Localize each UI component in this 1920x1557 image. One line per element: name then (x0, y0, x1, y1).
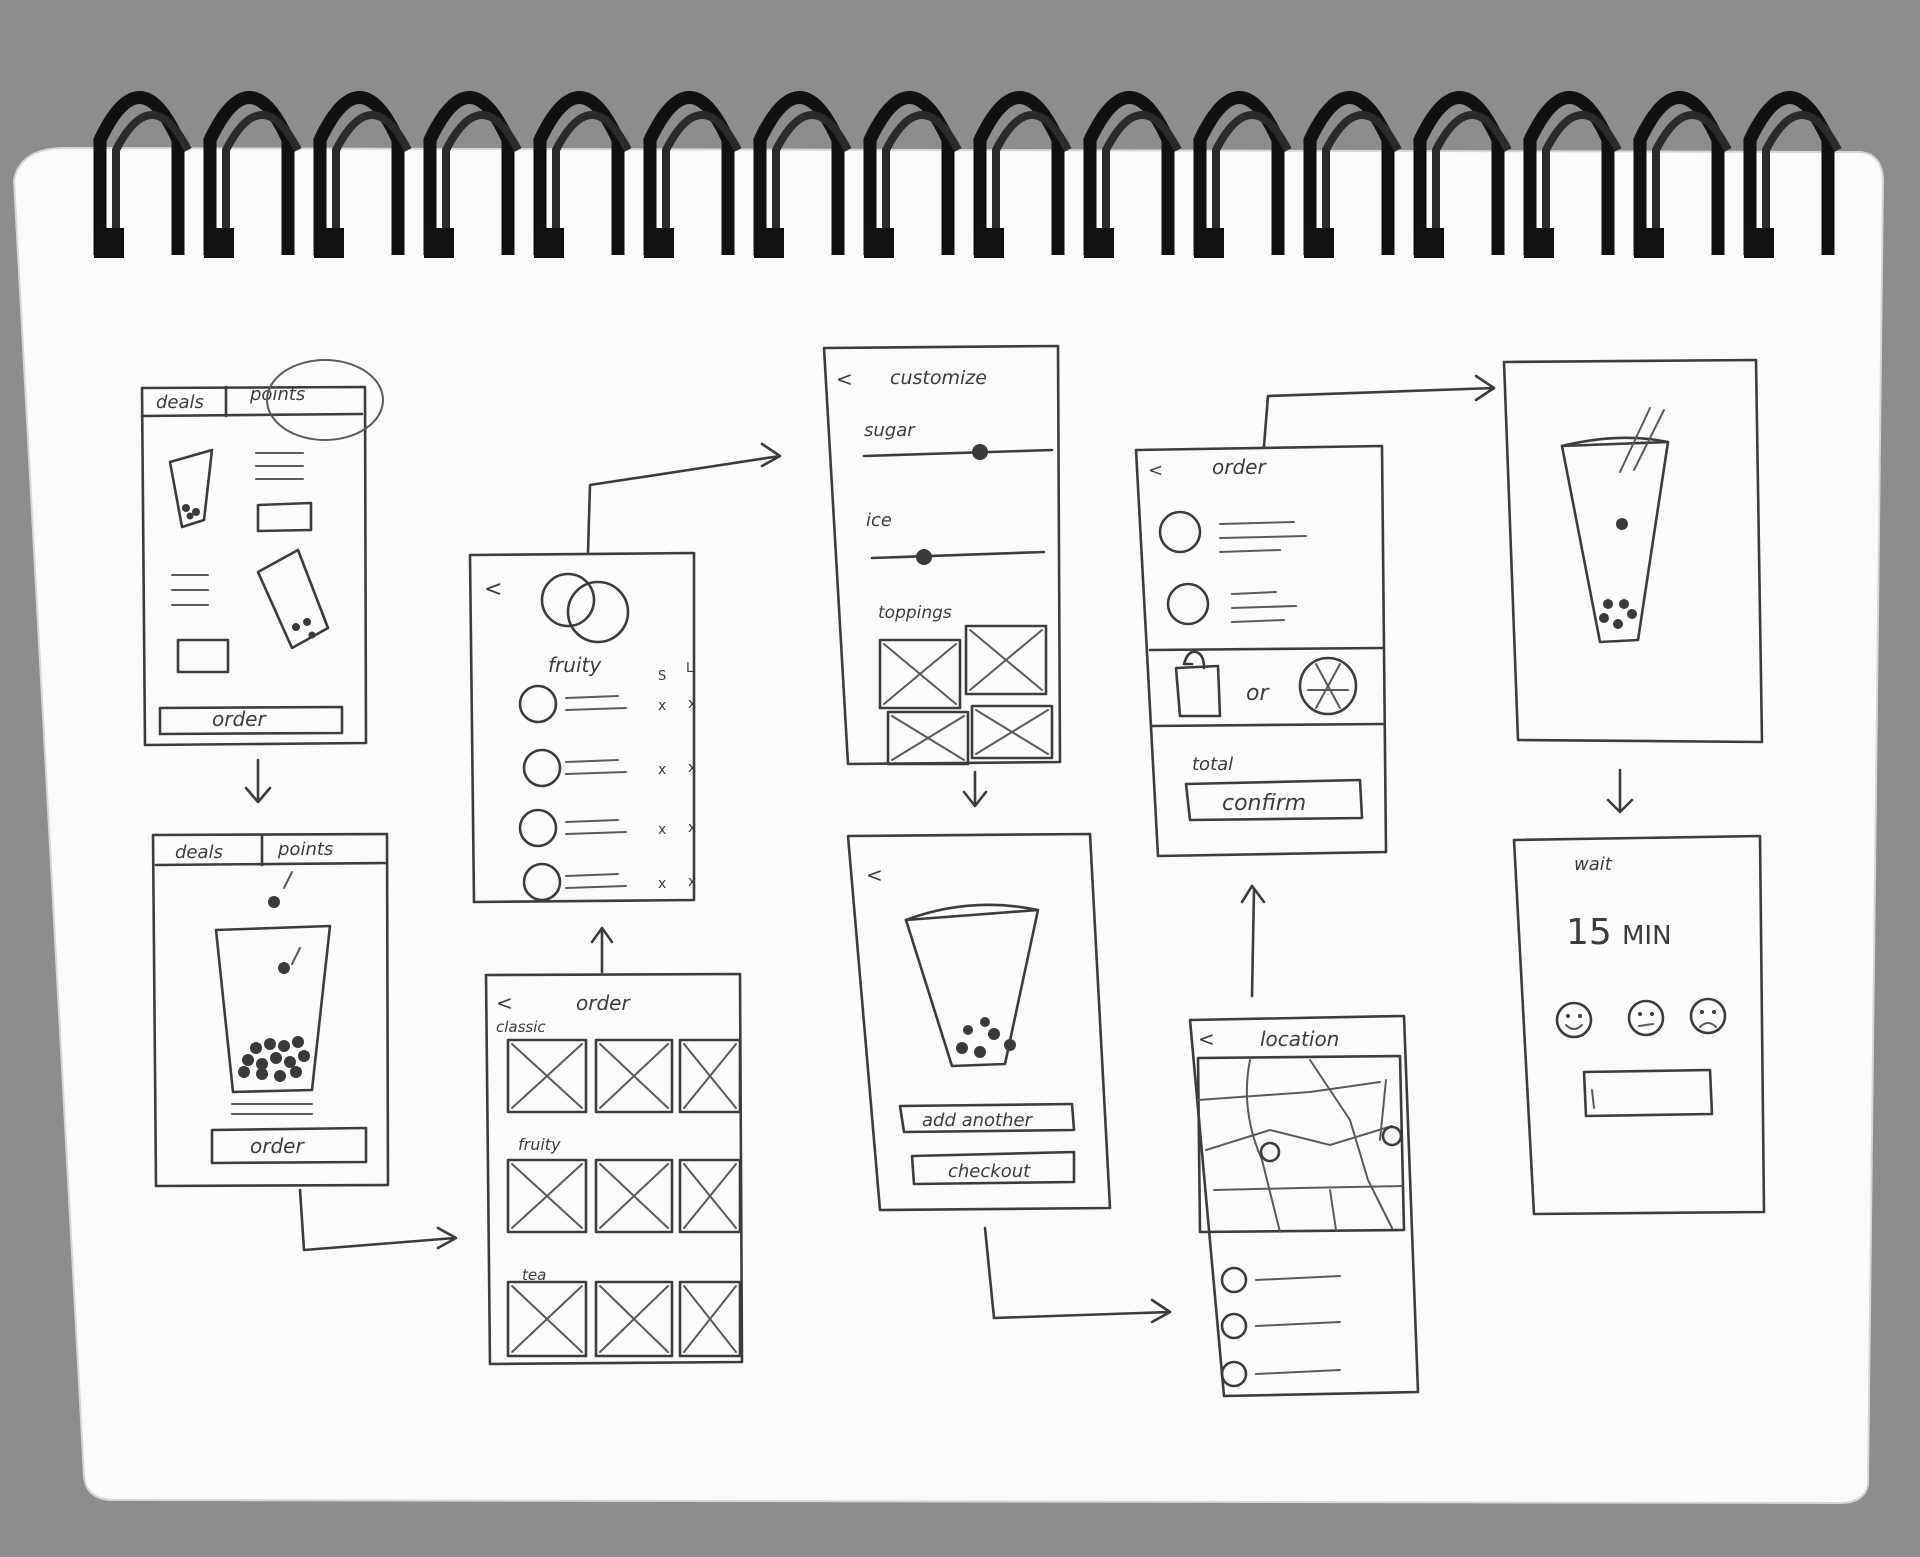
sugar-slider-handle[interactable] (972, 444, 988, 460)
size-small-mark[interactable]: x (658, 876, 666, 892)
review-title: order (1212, 455, 1267, 479)
size-large-mark[interactable]: x (688, 696, 696, 712)
total-label: total (1192, 754, 1233, 775)
boba-pearl (256, 1068, 268, 1080)
svg-text:order: order (250, 1134, 305, 1158)
category-title: fruity (548, 653, 602, 677)
wait-title: wait (1574, 854, 1613, 875)
customize-title: customize (890, 367, 987, 389)
tab-points[interactable]: points (277, 839, 333, 860)
boba-pearl (238, 1066, 250, 1078)
svg-text:confirm: confirm (1222, 791, 1306, 816)
back-button[interactable]: < (866, 863, 883, 887)
back-button[interactable]: < (1198, 1027, 1215, 1051)
boba-pearl (278, 1040, 290, 1052)
wait-minutes: 15 (1566, 912, 1612, 953)
back-button[interactable]: < (1148, 460, 1163, 481)
svg-text:order: order (212, 707, 267, 731)
boba-pearl (274, 1070, 286, 1082)
ice-slider-handle[interactable] (916, 549, 932, 565)
section-fruity: fruity (518, 1135, 561, 1154)
boba-pearl (250, 1042, 262, 1054)
ice-label: ice (866, 510, 892, 531)
size-large-mark[interactable]: x (688, 874, 696, 890)
size-small-mark[interactable]: x (658, 698, 666, 714)
sketchbook-page (12, 146, 1885, 1505)
boba-pearl (290, 1066, 302, 1078)
or-label: or (1246, 681, 1270, 706)
size-large-mark[interactable]: x (688, 760, 696, 776)
boba-pearl (270, 1052, 282, 1064)
toppings-label: toppings (878, 603, 952, 623)
boba-pearl (298, 1050, 310, 1062)
size-large-mark[interactable]: x (688, 820, 696, 836)
size-small-mark[interactable]: x (658, 822, 666, 838)
boba-pearl (264, 1038, 276, 1050)
location-title: location (1260, 1027, 1339, 1051)
section-classic: classic (496, 1018, 546, 1036)
svg-text:checkout: checkout (948, 1161, 1031, 1182)
tab-deals[interactable]: deals (175, 842, 223, 863)
back-button[interactable]: < (496, 991, 513, 1015)
boba-pearl (284, 1056, 296, 1068)
back-button[interactable]: < (484, 577, 502, 602)
tab-points[interactable]: points (249, 384, 305, 405)
boba-pearl (292, 1036, 304, 1048)
tab-deals[interactable]: deals (156, 392, 204, 413)
size-large-label: L (686, 661, 694, 676)
size-small-mark[interactable]: x (658, 762, 666, 778)
boba-pearl (242, 1054, 254, 1066)
svg-text:add another: add another (922, 1110, 1034, 1131)
sugar-label: sugar (864, 420, 916, 441)
size-small-label: S (658, 669, 666, 684)
wait-unit: MIN (1622, 921, 1672, 951)
back-button[interactable]: < (836, 367, 853, 391)
sketchbook-photo: deals points order deals points order < … (12, 91, 1885, 1505)
menu-title: order (576, 991, 631, 1015)
